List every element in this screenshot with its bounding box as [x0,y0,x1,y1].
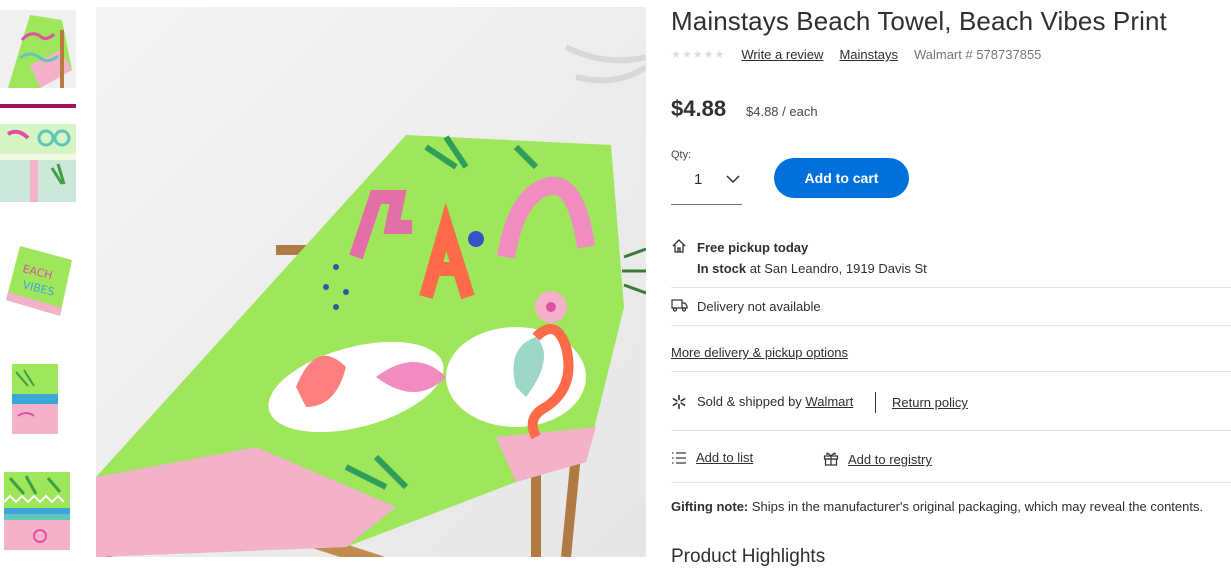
add-to-list-link[interactable]: Add to list [696,450,753,465]
qty-label: Qty: [671,149,692,161]
add-to-registry-link[interactable]: Add to registry [848,452,932,467]
thumbnail-3[interactable]: EACH VIBES [0,242,76,320]
qty-value: 1 [694,171,703,188]
quantity-select[interactable]: 1 [671,162,742,205]
stock-label: In stock [697,261,747,276]
thumbnail-4[interactable] [0,360,76,438]
product-meta-row: ★★★★★ Write a review Mainstays Walmart #… [671,47,1041,62]
brand-link[interactable]: Mainstays [839,47,898,62]
stock-location: at San Leandro, 1919 Davis St [746,261,927,276]
divider [671,371,1231,372]
write-review-link[interactable]: Write a review [741,47,823,62]
thumbnail-2[interactable] [0,124,76,202]
pickup-title: Free pickup today [697,240,809,255]
list-icon [672,452,686,464]
thumbnail-1[interactable] [0,10,76,88]
gifting-note-label: Gifting note: [671,499,749,514]
gift-icon [823,452,839,466]
home-pickup-icon [672,239,686,253]
divider [671,482,1231,483]
more-delivery-options-link[interactable]: More delivery & pickup options [671,345,848,360]
seller-link[interactable]: Walmart [805,394,853,409]
product-title: Mainstays Beach Towel, Beach Vibes Print [671,6,1167,36]
add-to-cart-button[interactable]: Add to cart [774,158,909,198]
rating-stars: ★★★★★ [671,49,726,61]
price: $4.88 [671,96,727,121]
delivery-status: Delivery not available [697,299,821,314]
gifting-note-text: Ships in the manufacturer's original pac… [748,499,1204,514]
product-highlights-heading: Product Highlights [671,546,826,567]
vertical-separator [875,392,876,413]
unit-price: $4.88 / each [746,104,818,119]
divider [671,287,1231,288]
chevron-down-icon [726,175,740,184]
walmart-spark-icon [672,394,686,410]
main-product-image[interactable] [96,7,646,557]
sku-number: Walmart # 578737855 [913,47,1042,62]
divider [671,325,1231,326]
sold-by-label: Sold & shipped by [697,394,802,409]
stock-status: In stock at San Leandro, 1919 Davis St [697,261,927,276]
gifting-note: Gifting note: Ships in the manufacturer'… [671,499,1203,514]
divider [671,430,1231,431]
truck-icon [671,299,688,312]
sold-by: Sold & shipped by Walmart [697,394,853,409]
return-policy-link[interactable]: Return policy [892,395,968,410]
thumbnail-5[interactable] [0,472,76,550]
thumbnail-active-indicator [0,104,76,108]
